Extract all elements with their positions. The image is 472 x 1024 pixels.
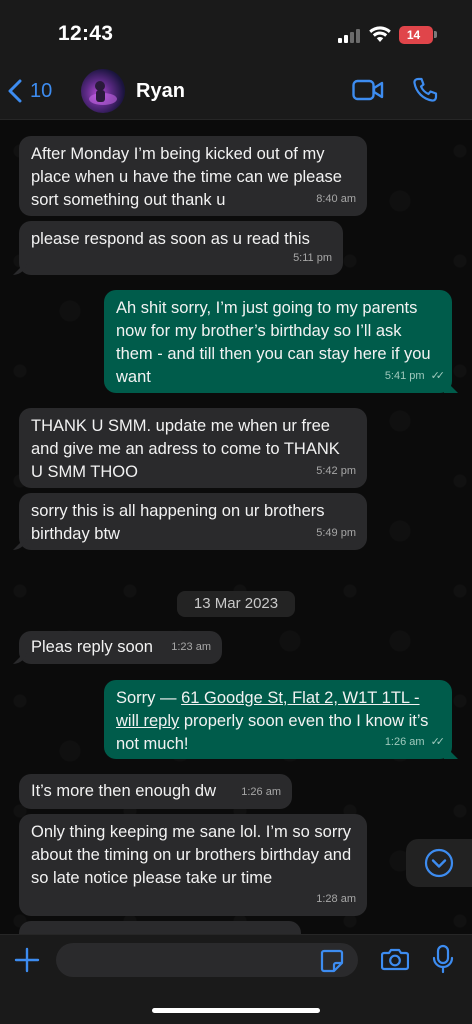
phone-call-icon[interactable] bbox=[412, 77, 438, 103]
back-button[interactable]: 10 bbox=[8, 76, 52, 106]
message-text: After Monday I’m being kicked out of my … bbox=[31, 145, 342, 209]
message-text: please respond as soon as u read this bbox=[31, 230, 310, 248]
status-bar: 12:43 14 bbox=[0, 0, 472, 62]
microphone-icon[interactable] bbox=[432, 944, 454, 974]
message-outgoing[interactable]: Ah shit sorry, I’m just going to my pare… bbox=[104, 290, 452, 393]
battery-level: 14 bbox=[406, 28, 421, 42]
message-outgoing[interactable]: Sorry — 61 Goodge St, Flat 2, W1T 1TL - … bbox=[104, 680, 452, 759]
message-text-prefix: Sorry — bbox=[116, 689, 182, 707]
message-text: Ah shit sorry, I’m just going to my pare… bbox=[116, 299, 431, 386]
camera-icon[interactable] bbox=[381, 947, 409, 971]
message-incoming[interactable]: After Monday I’m being kicked out of my … bbox=[19, 136, 367, 216]
avatar[interactable] bbox=[81, 69, 125, 113]
chat-header: 10 Ryan bbox=[0, 62, 472, 120]
message-text: It’s more then enough dw bbox=[31, 782, 216, 800]
avatar-image bbox=[89, 81, 117, 105]
message-incoming[interactable]: THANK U SMM. update me when ur free and … bbox=[19, 408, 367, 488]
battery-cap bbox=[434, 31, 437, 38]
message-incoming-partial[interactable] bbox=[19, 921, 301, 934]
message-time: 1:26 am ✓✓ bbox=[385, 731, 446, 754]
message-text: Only thing keeping me sane lol. I’m so s… bbox=[31, 823, 352, 887]
message-list[interactable]: After Monday I’m being kicked out of my … bbox=[0, 121, 472, 934]
wifi-icon bbox=[369, 26, 391, 42]
cellular-signal-icon bbox=[338, 27, 362, 43]
chevron-left-icon bbox=[8, 79, 22, 103]
message-time: 1:23 am bbox=[171, 641, 211, 653]
message-time: 1:28 am bbox=[316, 893, 356, 905]
message-time: 1:26 am bbox=[241, 786, 281, 798]
home-indicator bbox=[152, 1008, 320, 1013]
message-time: 5:49 pm bbox=[316, 527, 356, 539]
plus-icon[interactable] bbox=[14, 947, 40, 973]
message-time: 5:41 pm ✓✓ bbox=[385, 365, 446, 388]
date-separator: 13 Mar 2023 bbox=[177, 591, 295, 617]
chevron-down-circle-icon bbox=[424, 848, 454, 878]
contact-name[interactable]: Ryan bbox=[136, 80, 185, 103]
video-call-icon[interactable] bbox=[352, 78, 384, 102]
message-text: THANK U SMM. update me when ur free and … bbox=[31, 417, 340, 481]
status-time: 12:43 bbox=[58, 22, 114, 45]
message-incoming[interactable]: Pleas reply soon 1:23 am bbox=[19, 631, 222, 664]
message-time: 5:42 pm bbox=[316, 465, 356, 477]
message-text: sorry this is all happening on ur brothe… bbox=[31, 502, 325, 543]
message-incoming[interactable]: Only thing keeping me sane lol. I’m so s… bbox=[19, 814, 367, 916]
message-time: 5:11 pm bbox=[293, 252, 332, 264]
unread-count: 10 bbox=[30, 79, 53, 102]
message-incoming[interactable]: please respond as soon as u read this 5:… bbox=[19, 221, 343, 275]
message-text: Pleas reply soon bbox=[31, 638, 153, 656]
battery-icon: 14 bbox=[399, 26, 433, 44]
read-receipt-icon: ✓✓ bbox=[430, 370, 446, 382]
message-incoming[interactable]: sorry this is all happening on ur brothe… bbox=[19, 493, 367, 550]
sticker-icon[interactable] bbox=[320, 949, 344, 973]
message-incoming[interactable]: It’s more then enough dw 1:26 am bbox=[19, 774, 292, 809]
message-input[interactable] bbox=[56, 943, 358, 977]
scroll-to-bottom-button[interactable] bbox=[406, 839, 472, 887]
read-receipt-icon: ✓✓ bbox=[430, 736, 446, 748]
message-time: 8:40 am bbox=[316, 193, 356, 205]
